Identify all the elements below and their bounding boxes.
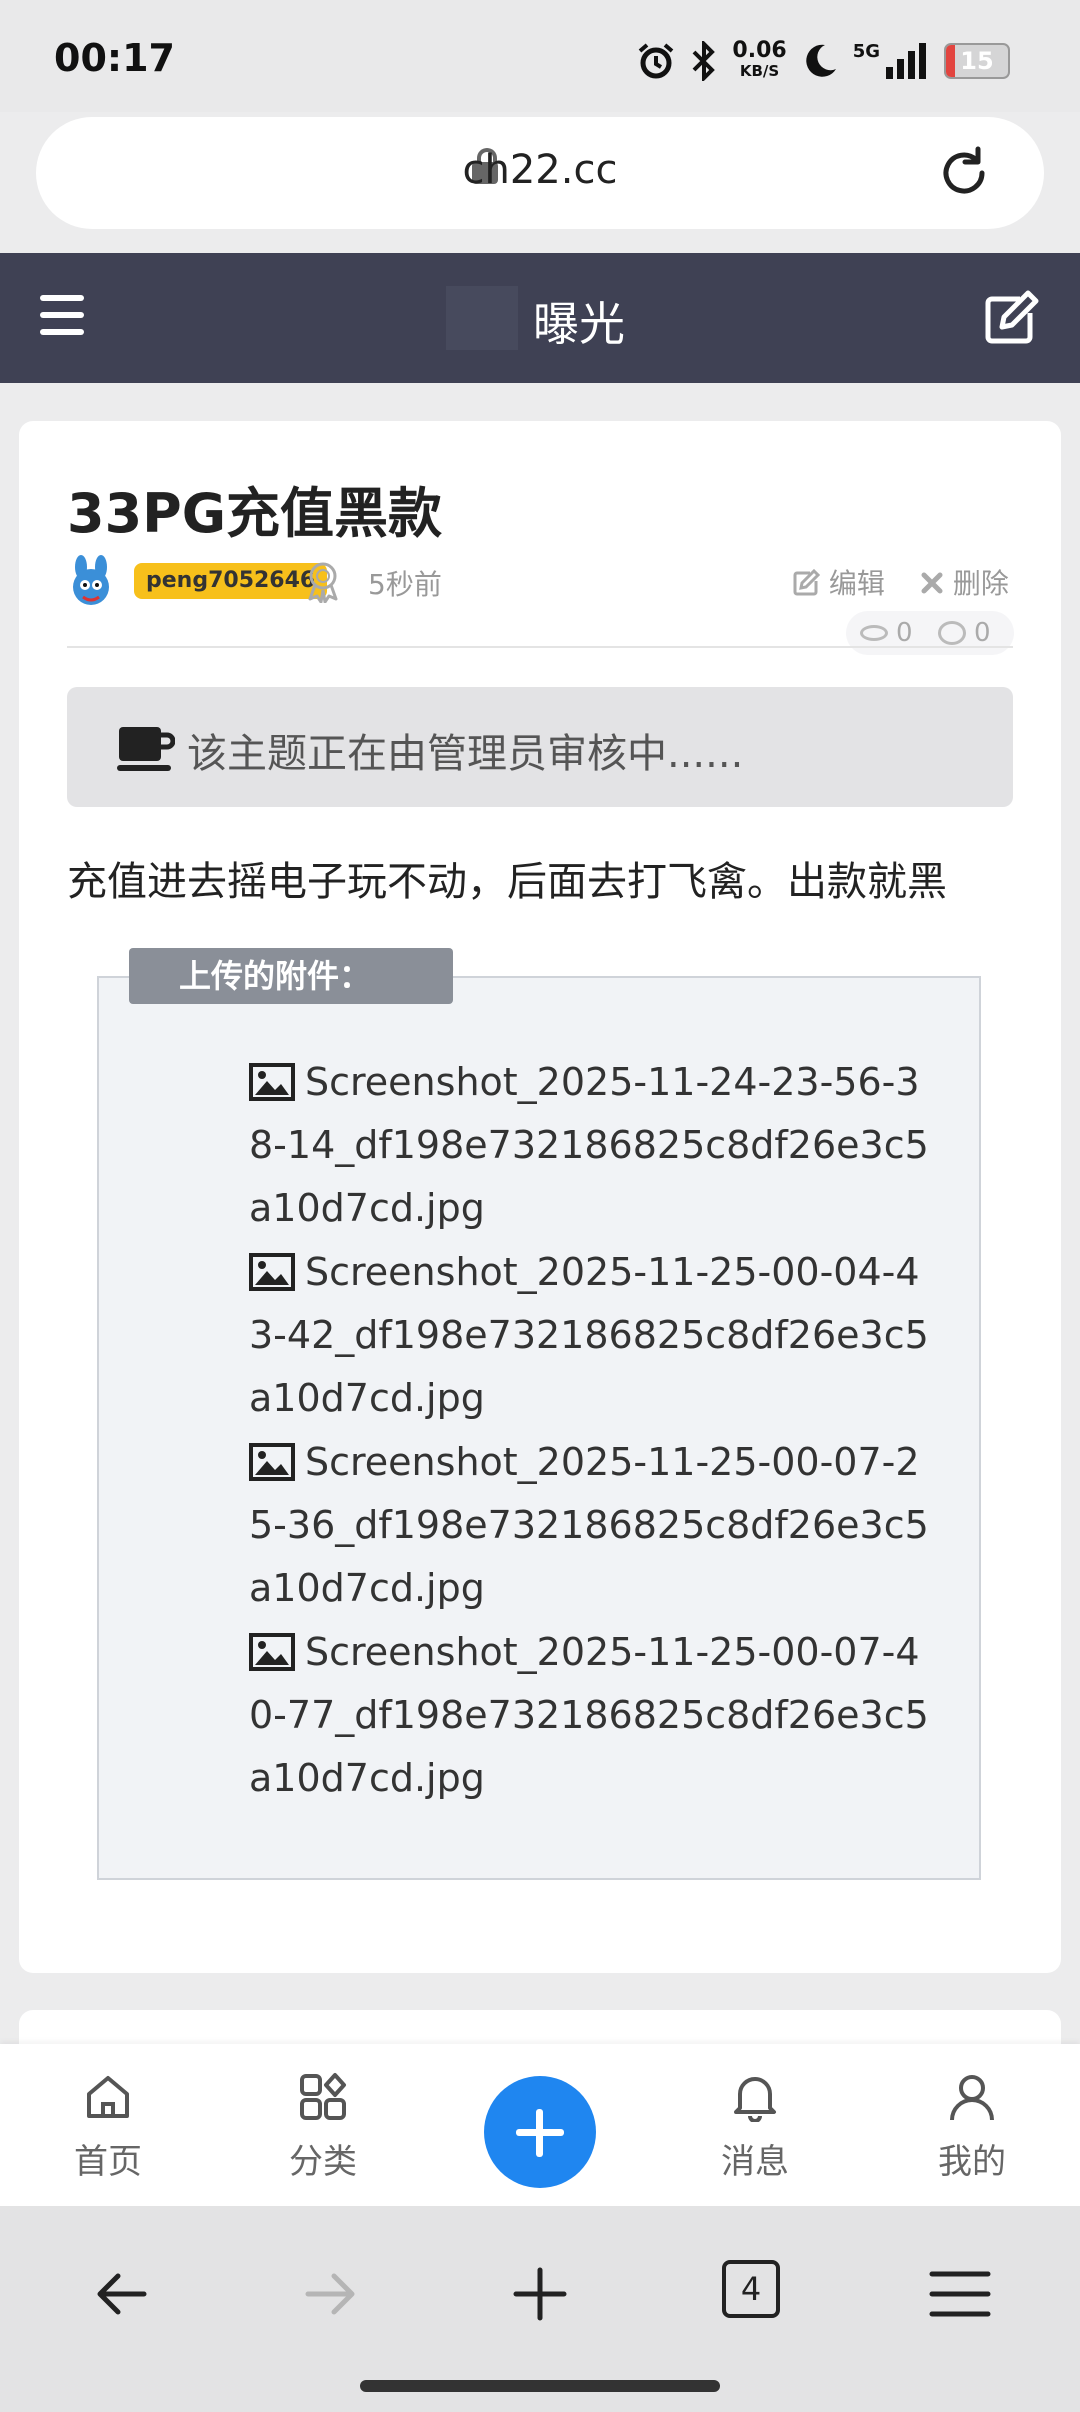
menu-icon[interactable] [928, 2262, 992, 2326]
attachment-filename[interactable]: Screenshot_2025-11-25-00-04-43-42_df198e… [249, 1250, 929, 1420]
net-speed: 0.06 KB/S [732, 38, 787, 81]
nav-profile[interactable]: 我的 [912, 2072, 1032, 2183]
image-icon [249, 1633, 295, 1671]
image-icon [249, 1063, 295, 1101]
status-icons: 0.06 KB/S 5G 15 [636, 36, 1010, 86]
attachment-item[interactable]: Screenshot_2025-11-25-00-07-25-36_df198e… [249, 1431, 939, 1620]
network-type: 5G [852, 40, 880, 62]
delete-button[interactable]: 删除 [920, 562, 1009, 602]
image-icon [249, 1443, 295, 1481]
signal-icon [886, 43, 926, 79]
attachment-filename[interactable]: Screenshot_2025-11-24-23-56-38-14_df198e… [249, 1060, 929, 1230]
comment-count: 0 [974, 618, 991, 648]
tabs-button[interactable]: 4 [722, 2260, 780, 2318]
edit-icon [793, 568, 821, 596]
eye-icon [860, 625, 888, 641]
alarm-icon [639, 43, 674, 79]
delete-label: 删除 [952, 567, 1009, 600]
status-bar: 00:17 0.06 KB/S 5G 15 [0, 0, 1080, 112]
nav-messages-label: 消息 [721, 2142, 789, 2182]
battery-percent: 15 [960, 47, 994, 75]
bell-icon [734, 2077, 776, 2122]
nav-categories-label: 分类 [289, 2142, 357, 2182]
author-name[interactable]: peng7052646 [134, 563, 328, 599]
edit-button[interactable]: 编辑 [792, 562, 885, 602]
status-time: 00:17 [54, 36, 175, 80]
bluetooth-icon [692, 41, 716, 81]
menu-icon[interactable] [40, 295, 84, 339]
post-title: 33PG充值黑款 [67, 482, 443, 545]
post-body: 充值进去摇电子玩不动，后面去打飞禽。出款就黑 [67, 859, 947, 905]
new-tab-icon[interactable] [508, 2262, 572, 2326]
view-count: 0 [896, 618, 913, 648]
battery-icon: 15 [944, 43, 1010, 79]
new-post-icon[interactable] [982, 289, 1040, 347]
add-post-button[interactable] [484, 2076, 596, 2188]
medal-icon [308, 562, 338, 603]
address-bar[interactable]: ch22.cc [36, 117, 1044, 229]
reload-icon[interactable] [936, 145, 992, 201]
attachment-item[interactable]: Screenshot_2025-11-25-00-04-43-42_df198e… [249, 1241, 939, 1430]
attachments-legend: 上传的附件： [129, 948, 453, 1004]
browser-toolbar: 4 [0, 2206, 1080, 2412]
avatar[interactable] [67, 555, 117, 609]
attachment-item[interactable]: Screenshot_2025-11-24-23-56-38-14_df198e… [249, 1051, 939, 1240]
site-logo[interactable] [446, 286, 518, 350]
home-icon [87, 2076, 129, 2118]
bottom-nav: 首页 分类 消息 我的 [0, 2044, 1080, 2206]
home-indicator[interactable] [360, 2380, 720, 2392]
nav-home-label: 首页 [74, 2142, 142, 2182]
coffee-icon [117, 727, 175, 771]
grid-icon [300, 2073, 346, 2120]
review-notice: 该主题正在由管理员审核中...... [67, 687, 1013, 807]
image-icon [249, 1253, 295, 1291]
back-icon[interactable] [90, 2262, 154, 2326]
attachment-item[interactable]: Screenshot_2025-11-25-00-07-40-77_df198e… [249, 1621, 939, 1810]
moon-icon [805, 44, 836, 77]
forward-icon[interactable] [298, 2262, 362, 2326]
comment-icon [938, 621, 966, 645]
nav-categories[interactable]: 分类 [263, 2072, 383, 2183]
nav-home[interactable]: 首页 [48, 2072, 168, 2183]
attachment-filename[interactable]: Screenshot_2025-11-25-00-07-40-77_df198e… [249, 1630, 929, 1800]
post-time: 5秒前 [368, 568, 442, 601]
post-stats: 0 0 [846, 611, 1014, 655]
divider [67, 646, 1013, 648]
nav-profile-label: 我的 [938, 2142, 1006, 2182]
page-title: 曝光 [533, 297, 625, 351]
review-notice-text: 该主题正在由管理员审核中...... [187, 731, 744, 777]
close-icon [921, 572, 943, 594]
nav-messages[interactable]: 消息 [695, 2072, 815, 2183]
post-card: 33PG充值黑款 peng7052646 5秒前 编辑 删除 0 0 该主题正在… [19, 421, 1061, 1973]
attachment-filename[interactable]: Screenshot_2025-11-25-00-07-25-36_df198e… [249, 1440, 929, 1610]
site-header: 曝光 [0, 253, 1080, 383]
url-text[interactable]: ch22.cc [36, 147, 1044, 193]
user-icon [950, 2075, 994, 2121]
edit-label: 编辑 [828, 567, 885, 600]
